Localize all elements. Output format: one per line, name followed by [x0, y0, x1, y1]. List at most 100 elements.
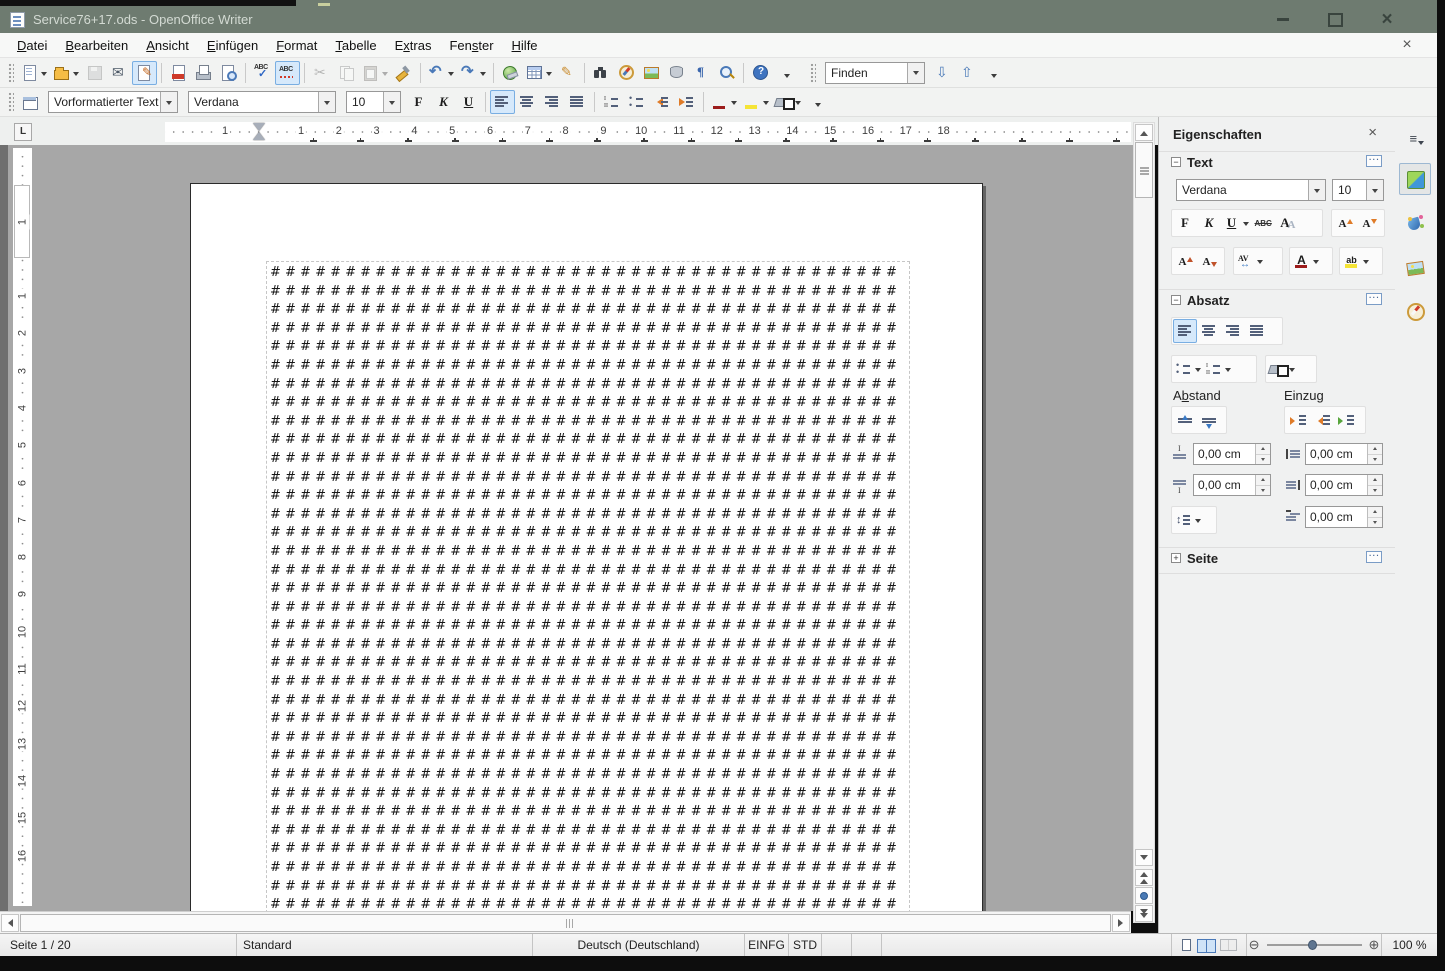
dropdown-icon[interactable]: [41, 72, 47, 79]
menu-bearbeiten[interactable]: Bearbeiten: [56, 34, 137, 57]
document-page[interactable]: # # # # # # # # # # # # # # # # # # # # …: [190, 183, 983, 911]
expand-page-icon[interactable]: +: [1171, 553, 1181, 563]
find-next-button[interactable]: [930, 61, 955, 85]
menu-ansicht[interactable]: Ansicht: [137, 34, 198, 57]
strikethrough-button[interactable]: [1251, 211, 1275, 235]
multi-page-view-icon[interactable]: [1197, 939, 1214, 951]
draw-functions-button[interactable]: [555, 61, 580, 85]
zoom-button[interactable]: [714, 61, 739, 85]
page-dialog-launcher-icon[interactable]: [1366, 551, 1382, 563]
status-insert-mode[interactable]: EINFG: [745, 934, 789, 956]
tab-type-selector[interactable]: L: [14, 123, 32, 141]
zoom-slider-thumb[interactable]: [1308, 940, 1317, 950]
save-button[interactable]: [82, 61, 107, 85]
menu-format[interactable]: Format: [267, 34, 326, 57]
dropdown-icon[interactable]: [1366, 180, 1383, 200]
sidebar-numbered-list-button[interactable]: [1203, 357, 1233, 381]
paragraph-style[interactable]: Vorformatierter Text: [48, 91, 178, 113]
menu-einfuegen[interactable]: Einfügen: [198, 34, 267, 57]
shadow-button[interactable]: A: [1275, 211, 1299, 235]
vertical-scrollbar[interactable]: [1133, 122, 1155, 923]
status-page-number[interactable]: Seite 1 / 20: [0, 934, 237, 956]
styles-tab-button[interactable]: [1399, 207, 1431, 239]
sidebar-align-right-button[interactable]: [1221, 319, 1245, 343]
print-button[interactable]: [191, 61, 216, 85]
font-size[interactable]: 10: [346, 91, 401, 113]
paste-button[interactable]: [359, 61, 391, 85]
numbered-list-button[interactable]: [599, 90, 624, 114]
underline-button[interactable]: U: [456, 90, 481, 114]
email-button[interactable]: [107, 61, 132, 85]
standard-toolbar-overflow-button[interactable]: [773, 63, 798, 87]
dropdown-icon[interactable]: [1257, 260, 1263, 267]
increase-font-size-button[interactable]: [1333, 211, 1357, 235]
bold-button[interactable]: F: [1173, 211, 1197, 235]
highlighting-button[interactable]: [740, 90, 772, 114]
font-name-dropdown-icon[interactable]: [318, 92, 335, 112]
spin-up-icon[interactable]: [1368, 475, 1382, 486]
increase-indent-button[interactable]: [674, 90, 699, 114]
text-area[interactable]: # # # # # # # # # # # # # # # # # # # # …: [266, 261, 910, 911]
redo-button[interactable]: [457, 61, 489, 85]
open-button[interactable]: [50, 61, 82, 85]
sidebar-close-icon[interactable]: ×: [1368, 124, 1377, 141]
sidebar-settings-button[interactable]: [1399, 127, 1431, 151]
align-justify-button[interactable]: [565, 90, 590, 114]
zoom-in-icon[interactable]: ⊕: [1369, 938, 1380, 952]
navigator-tab-button[interactable]: [1399, 295, 1431, 327]
dropdown-icon[interactable]: [448, 72, 454, 79]
zoom-out-icon[interactable]: ⊖: [1249, 938, 1260, 952]
sidebar-decrease-indent-button[interactable]: [1310, 408, 1334, 432]
single-page-view-icon[interactable]: [1182, 939, 1191, 951]
data-sources-button[interactable]: [664, 61, 689, 85]
styles-window-button[interactable]: [18, 90, 43, 114]
paragraph-dialog-launcher-icon[interactable]: [1366, 293, 1382, 305]
standard-toolbar-grip[interactable]: [8, 63, 14, 83]
paragraph-section-header[interactable]: − Absatz: [1159, 289, 1396, 309]
spin-up-icon[interactable]: [1256, 444, 1270, 455]
menu-tabelle[interactable]: Tabelle: [326, 34, 385, 57]
print-preview-button[interactable]: [216, 61, 241, 85]
status-selection-mode[interactable]: STD: [789, 934, 822, 956]
gallery-button[interactable]: [639, 61, 664, 85]
horizontal-scrollbar[interactable]: [0, 911, 1131, 933]
sidebar-bullet-list-button[interactable]: [1173, 357, 1203, 381]
align-left-button[interactable]: [490, 90, 515, 114]
dropdown-icon[interactable]: [1195, 519, 1201, 526]
spin-down-icon[interactable]: [1368, 486, 1382, 496]
undo-button[interactable]: [425, 61, 457, 85]
subscript-button[interactable]: [1197, 249, 1221, 273]
menu-datei[interactable]: Datei: [8, 34, 56, 57]
format-paintbrush-button[interactable]: [391, 61, 416, 85]
formatting-marks-button[interactable]: [689, 61, 714, 85]
dropdown-icon[interactable]: [1313, 260, 1319, 267]
paragraph-background-button[interactable]: [1267, 357, 1297, 381]
sidebar-highlighting-button[interactable]: ab: [1341, 249, 1371, 273]
scroll-up-button[interactable]: [1135, 124, 1153, 141]
dropdown-icon[interactable]: [382, 72, 388, 79]
find-previous-button[interactable]: [955, 61, 980, 85]
new-document-button[interactable]: [18, 61, 50, 85]
horizontal-ruler[interactable]: 1123456789101112131415161718: [165, 122, 1131, 142]
find-input-dropdown-icon[interactable]: [907, 63, 924, 83]
left-indent-marker[interactable]: [253, 132, 265, 140]
sidebar-font-size-combo[interactable]: 10: [1332, 179, 1384, 201]
spin-up-icon[interactable]: [1368, 507, 1382, 518]
hyperlink-button[interactable]: [498, 61, 523, 85]
align-center-button[interactable]: [515, 90, 540, 114]
line-spacing-button[interactable]: [1173, 508, 1203, 532]
maximize-button[interactable]: [1319, 9, 1351, 31]
formatting-toolbar-overflow-button[interactable]: [804, 92, 829, 116]
next-page-button[interactable]: [1135, 905, 1153, 922]
menu-fenster[interactable]: Fenster: [440, 34, 502, 57]
copy-button[interactable]: [334, 61, 359, 85]
dropdown-icon[interactable]: [763, 101, 769, 108]
vertical-ruler[interactable]: 112345678910111213141516: [13, 148, 32, 906]
menu-extras[interactable]: Extras: [386, 34, 441, 57]
close-button[interactable]: ×: [1371, 9, 1403, 31]
navigator-button[interactable]: [614, 61, 639, 85]
font-name[interactable]: Verdana: [188, 91, 336, 113]
sidebar-align-left-button[interactable]: [1173, 319, 1197, 343]
align-right-button[interactable]: [540, 90, 565, 114]
font-size-dropdown-icon[interactable]: [383, 92, 400, 112]
